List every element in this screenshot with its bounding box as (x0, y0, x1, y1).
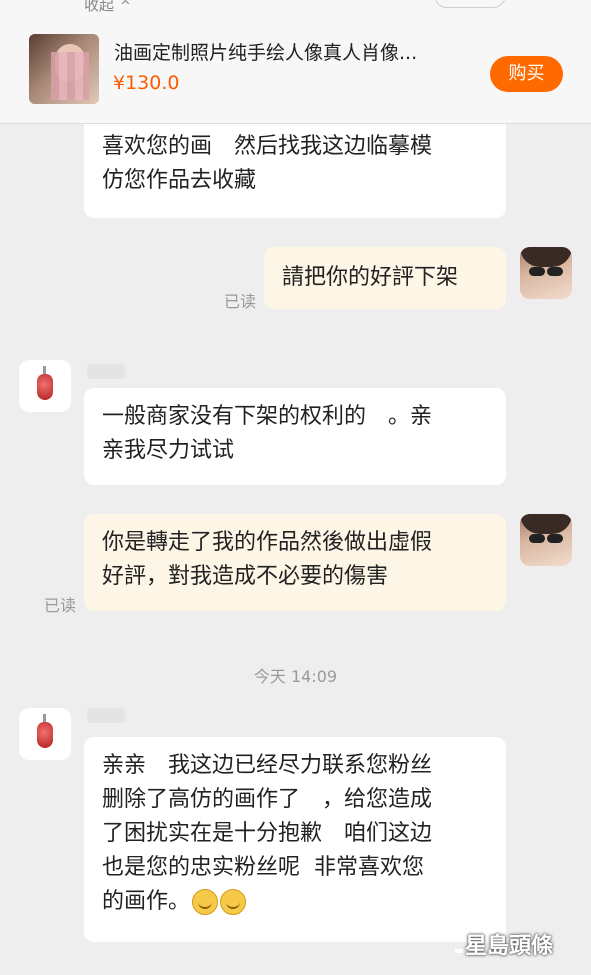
message-text: 一般商家没有下架的权利的 。亲 亲我尽力试试 (102, 404, 433, 463)
message-bubble-outgoing: 請把你的好評下架 (264, 247, 506, 309)
watermark-logo: 星島頭條 (455, 928, 553, 960)
message-bubble-incoming: 亲亲 我这边已经尽力联系您粉丝 删除了高仿的画作了 ，给您造成 了困扰实在是十分… (84, 737, 506, 942)
chevron-up-icon: ^ (120, 0, 131, 14)
shop-avatar[interactable] (19, 708, 71, 760)
collapse-label: 收起 (84, 0, 115, 14)
message-bubble-outgoing: 你是轉走了我的作品然後做出虛假 好評，對我造成不必要的傷害 (84, 514, 506, 611)
shop-name-blurred (87, 706, 129, 724)
buy-button[interactable]: 购买 (490, 56, 563, 92)
message-text: 喜欢您的画 然后找我这边临摹模 仿您作品去收藏 (102, 134, 433, 193)
shop-avatar[interactable] (19, 360, 71, 412)
product-title[interactable]: 油画定制照片纯手绘人像真人肖像... (114, 38, 417, 65)
product-price: ¥130.0 (113, 72, 180, 94)
message-bubble-incoming: 一般商家没有下架的权利的 。亲 亲我尽力试试 (84, 388, 506, 485)
read-status: 已读 (44, 596, 77, 615)
sweat-smile-emoji-icon (220, 889, 247, 915)
chat-timestamp: 今天 14:09 (253, 667, 338, 686)
message-text: 亲亲 我这边已经尽力联系您粉丝 删除了高仿的画作了 ，给您造成 了困扰实在是十分… (102, 753, 433, 915)
message-text: 你是轉走了我的作品然後做出虛假 好評，對我造成不必要的傷害 (102, 530, 433, 589)
collapse-toggle[interactable]: 收起 ^ (84, 0, 131, 15)
shop-name-blurred (87, 362, 129, 380)
my-avatar[interactable] (520, 247, 572, 299)
product-header: 收起 ^ 油画定制照片纯手绘人像真人肖像... ¥130.0 购买 (0, 0, 591, 124)
sweat-smile-emoji-icon (192, 889, 219, 915)
read-status: 已读 (224, 292, 257, 311)
product-thumbnail[interactable] (29, 34, 99, 104)
top-action-pill[interactable] (434, 0, 506, 8)
message-text: 請把你的好評下架 (282, 265, 459, 290)
my-avatar[interactable] (520, 514, 572, 566)
